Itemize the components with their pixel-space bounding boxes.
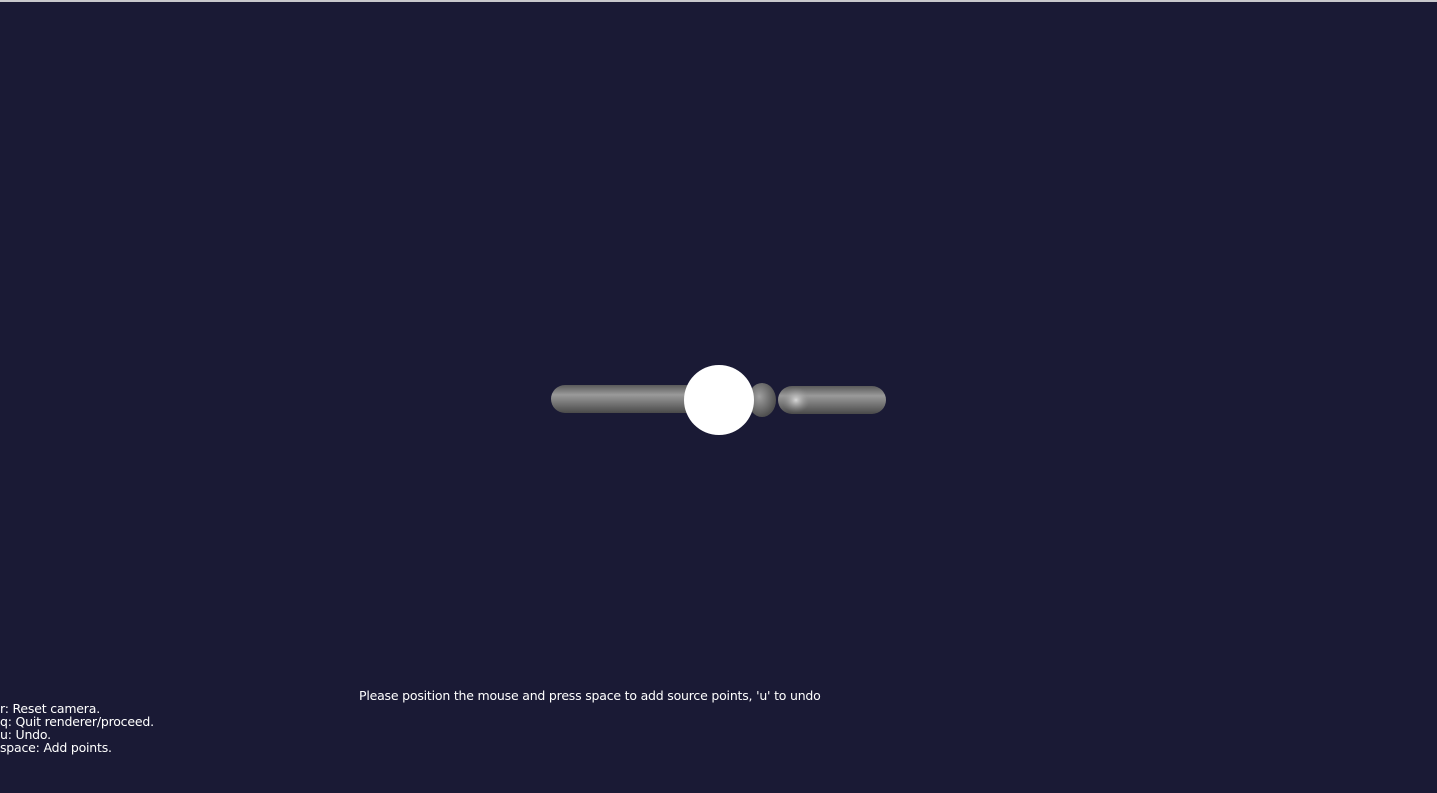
source-point-marker[interactable] xyxy=(684,365,754,435)
instruction-text: Please position the mouse and press spac… xyxy=(359,688,821,703)
render-scene[interactable] xyxy=(0,2,1437,793)
mesh-segment-left xyxy=(551,385,701,413)
mesh-highlight xyxy=(782,387,810,413)
help-legend: r: Reset camera. q: Quit renderer/procee… xyxy=(0,702,154,754)
render-viewport[interactable]: Please position the mouse and press spac… xyxy=(0,0,1437,793)
help-line-add-points: space: Add points. xyxy=(0,740,112,755)
